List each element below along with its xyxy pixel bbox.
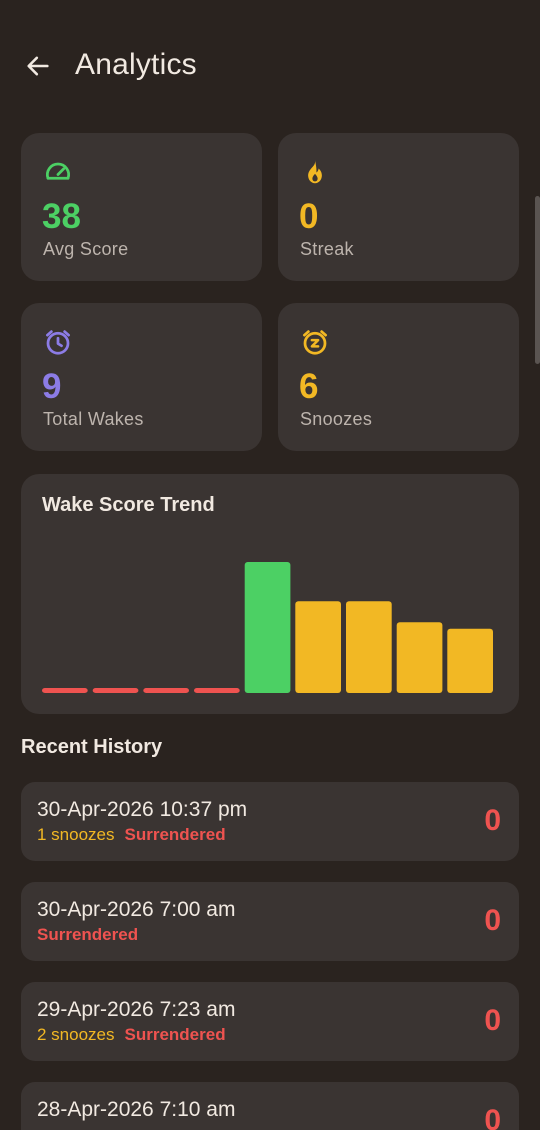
history-item[interactable]: 30-Apr-2026 7:00 am Surrendered 0 bbox=[21, 882, 519, 961]
chart-bar bbox=[346, 601, 392, 693]
stat-value: 6 bbox=[299, 367, 319, 406]
history-score: 0 bbox=[484, 1104, 501, 1130]
snooze-alarm-icon bbox=[303, 330, 327, 355]
chart-bar bbox=[295, 601, 341, 693]
history-score: 0 bbox=[484, 1004, 501, 1037]
wake-score-trend-card: Wake Score Trend bbox=[21, 474, 519, 714]
history-meta: Surrendered bbox=[37, 925, 138, 945]
back-button[interactable] bbox=[22, 48, 54, 84]
flame-icon bbox=[308, 160, 322, 184]
history-score: 0 bbox=[484, 904, 501, 937]
page-title: Analytics bbox=[75, 48, 197, 81]
chart-bar bbox=[244, 562, 291, 693]
history-date: 30-Apr-2026 10:37 pm bbox=[37, 798, 248, 821]
recent-history-title: Recent History bbox=[21, 736, 163, 758]
snooze-count: 2 snoozes bbox=[37, 1025, 115, 1044]
status-surrendered: Surrendered bbox=[124, 1025, 226, 1044]
snooze-count: 1 snoozes bbox=[37, 825, 115, 844]
chart-bar bbox=[143, 688, 189, 693]
stat-label: Avg Score bbox=[43, 239, 129, 259]
history-date: 30-Apr-2026 7:00 am bbox=[37, 898, 236, 921]
stat-card-total-wakes: 9 Total Wakes bbox=[21, 303, 262, 451]
wake-score-trend-chart bbox=[42, 562, 493, 693]
top-app-bar: Analytics bbox=[0, 0, 540, 130]
stat-card-avg-score: 38 Avg Score bbox=[21, 133, 262, 281]
history-date: 28-Apr-2026 7:10 am bbox=[37, 1098, 236, 1121]
stat-label: Streak bbox=[300, 239, 354, 259]
chart-bar bbox=[92, 688, 139, 693]
stat-value: 9 bbox=[42, 367, 62, 406]
history-date: 29-Apr-2026 7:23 am bbox=[37, 998, 236, 1021]
scrollbar[interactable] bbox=[535, 196, 540, 364]
stat-label: Total Wakes bbox=[43, 409, 144, 429]
alarm-clock-icon bbox=[46, 330, 70, 355]
stat-card-snoozes: 6 Snoozes bbox=[278, 303, 519, 451]
status-surrendered: Surrendered bbox=[124, 825, 226, 844]
history-meta: 1 snoozes Surrendered bbox=[37, 825, 226, 845]
chart-bar bbox=[447, 628, 493, 693]
chart-bar bbox=[194, 688, 240, 693]
arrow-left-icon bbox=[27, 56, 49, 76]
history-item[interactable]: 30-Apr-2026 10:37 pm 1 snoozes Surrendere… bbox=[21, 782, 519, 861]
history-item[interactable]: 29-Apr-2026 7:23 am 2 snoozes Surrendered… bbox=[21, 982, 519, 1061]
stat-card-streak: 0 Streak bbox=[278, 133, 519, 281]
chart-bar bbox=[396, 622, 443, 693]
status-surrendered: Surrendered bbox=[37, 925, 139, 944]
history-item[interactable]: 28-Apr-2026 7:10 am 0 bbox=[21, 1082, 519, 1130]
history-meta: 2 snoozes Surrendered bbox=[37, 1025, 226, 1045]
stat-label: Snoozes bbox=[300, 409, 373, 429]
stat-value: 38 bbox=[42, 197, 81, 236]
chart-bar bbox=[42, 688, 88, 693]
stat-value: 0 bbox=[299, 197, 319, 236]
history-score: 0 bbox=[484, 804, 501, 837]
speedometer-icon bbox=[46, 162, 70, 180]
analytics-screen: Analytics 38 Avg Score 0 Streak 9 Total … bbox=[0, 0, 540, 1130]
